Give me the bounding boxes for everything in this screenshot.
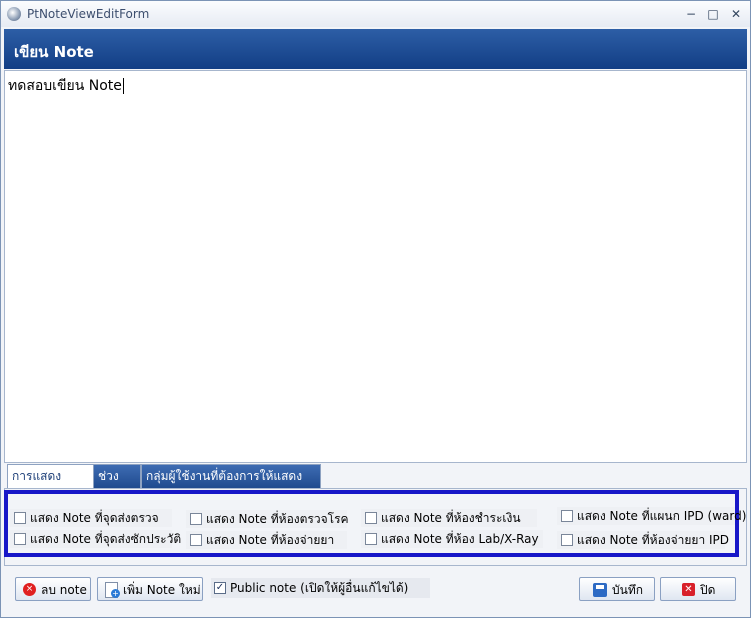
edit-note-window: PtNoteViewEditForm − □ ✕ เขียน Note ทดสอ… [0, 0, 751, 618]
checkbox-icon [190, 533, 202, 546]
minimize-button[interactable]: − [681, 5, 701, 23]
delete-note-button[interactable]: × ลบ note [15, 577, 91, 601]
checkbox-icon [365, 532, 377, 545]
option-label: แสดง Note ที่จุดส่งซักประวัติ [30, 532, 182, 546]
new-document-icon: + [105, 582, 120, 598]
option-label: แสดง Note ที่ห้องชำระเงิน [381, 511, 521, 525]
maximize-button[interactable]: □ [703, 5, 723, 23]
plus-icon: + [111, 589, 120, 598]
option-label: แสดง Note ที่ห้อง Lab/X-Ray [381, 532, 539, 546]
option-show-at-ipd-ward[interactable]: แสดง Note ที่แผนก IPD (ward) [557, 507, 746, 525]
app-icon [7, 7, 21, 21]
save-button[interactable]: บันทึก [579, 577, 655, 601]
note-editor[interactable]: ทดสอบเขียน Note [4, 70, 747, 463]
checkbox-icon [561, 509, 573, 522]
option-label: แสดง Note ที่แผนก IPD (ward) [577, 509, 747, 523]
checkbox-icon [190, 512, 202, 525]
option-show-at-history-taking[interactable]: แสดง Note ที่จุดส่งซักประวัติ [10, 530, 181, 548]
checkbox-icon [365, 511, 377, 524]
note-editor-text: ทดสอบเขียน Note [8, 75, 124, 97]
note-content: ทดสอบเขียน Note [8, 78, 122, 94]
form-header: เขียน Note [4, 29, 747, 69]
floppy-disk-icon [593, 583, 607, 597]
close-label: ปิด [700, 583, 716, 597]
title-bar: PtNoteViewEditForm − □ ✕ [1, 1, 750, 27]
option-label: แสดง Note ที่ห้องจ่ายยา [206, 533, 335, 547]
checkbox-icon [14, 511, 26, 524]
option-label: แสดง Note ที่จุดส่งตรวจ [30, 511, 159, 525]
option-show-at-examination-room[interactable]: แสดง Note ที่ห้องตรวจโรค [186, 510, 349, 528]
display-options-group: แสดง Note ที่จุดส่งตรวจ แสดง Note ที่จุด… [4, 490, 746, 557]
option-label: แสดง Note ที่ห้องจ่ายยา IPD [577, 533, 730, 547]
option-show-at-lab-xray[interactable]: แสดง Note ที่ห้อง Lab/X-Ray [361, 530, 543, 548]
add-note-button[interactable]: + เพิ่ม Note ใหม่ [97, 577, 203, 601]
checkbox-icon [561, 533, 573, 546]
save-label: บันทึก [612, 583, 643, 597]
text-caret [122, 78, 124, 94]
check-icon: ✓ [214, 581, 226, 594]
window-title: PtNoteViewEditForm [27, 7, 150, 21]
public-note-label: Public note (เปิดให้ผู้อื่นแก้ไขได้) [230, 581, 409, 595]
tab-user-groups[interactable]: กลุ่มผู้ใช้งานที่ต้องการให้แสดง Note [141, 464, 321, 506]
option-label: แสดง Note ที่ห้องตรวจโรค [206, 512, 349, 526]
close-window-button[interactable]: ✕ [726, 5, 746, 23]
close-icon: ✕ [682, 583, 695, 596]
tab-display-note[interactable]: การแสดง Note [7, 464, 95, 506]
option-show-at-registration[interactable]: แสดง Note ที่จุดส่งตรวจ [10, 509, 172, 527]
checkbox-icon [14, 532, 26, 545]
delete-icon: × [23, 583, 36, 596]
option-show-at-dispensary[interactable]: แสดง Note ที่ห้องจ่ายยา [186, 531, 347, 549]
public-note-checkbox[interactable]: ✓ Public note (เปิดให้ผู้อื่นแก้ไขได้) [211, 578, 430, 598]
close-button[interactable]: ✕ ปิด [660, 577, 736, 601]
option-show-at-ipd-dispensary[interactable]: แสดง Note ที่ห้องจ่ายยา IPD [557, 531, 729, 549]
form-header-title: เขียน Note [14, 43, 94, 61]
option-show-at-cashier[interactable]: แสดง Note ที่ห้องชำระเงิน [361, 509, 537, 527]
add-note-label: เพิ่ม Note ใหม่ [123, 583, 201, 597]
delete-note-label: ลบ note [41, 583, 87, 597]
tab-time-range[interactable]: ช่วงเวลา [93, 464, 141, 506]
